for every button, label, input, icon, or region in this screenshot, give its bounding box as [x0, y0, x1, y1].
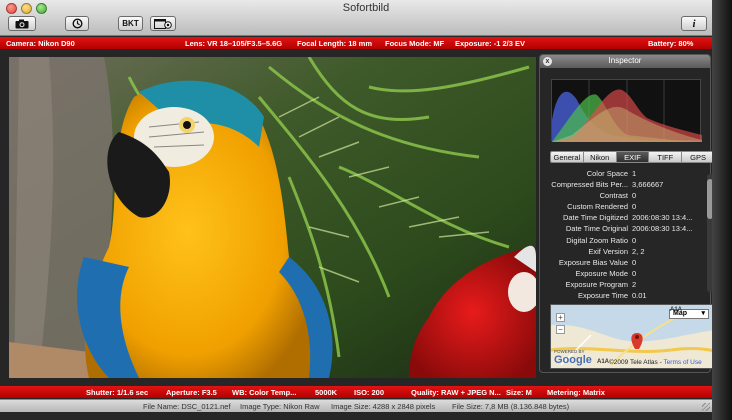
- exif-key: Exposure Mode: [575, 268, 628, 278]
- exif-row: Exposure Program 2: [550, 279, 705, 290]
- exif-row: Exif Version 2, 2: [550, 246, 705, 257]
- exif-value: 0: [632, 191, 637, 201]
- exif-value: 2, 2: [632, 246, 645, 256]
- parrot-photo: [9, 57, 536, 378]
- battery-level: Battery: 80%: [648, 39, 694, 48]
- exif-value: 2: [632, 279, 637, 289]
- exif-key: Custom Rendered: [567, 202, 628, 212]
- focal-length: Focal Length: 18 mm: [297, 39, 373, 48]
- photo-preview[interactable]: [9, 57, 536, 378]
- file-size: File Size: 7,8 MB (8.136.848 bytes): [452, 402, 570, 411]
- exif-row: Date Time Digitized 2006:08:30 13:4...: [550, 212, 705, 223]
- tab-tiff[interactable]: TIFF: [649, 152, 683, 162]
- tab-exif[interactable]: EXIF: [616, 152, 650, 162]
- timer-icon: [71, 18, 83, 29]
- image-size[interactable]: Size: M: [506, 388, 532, 397]
- iso[interactable]: ISO: 200: [354, 388, 384, 397]
- window-camera-icon: [154, 18, 172, 29]
- exif-row: Custom Rendered 0: [550, 201, 705, 212]
- inspector-title: Inspector: [608, 56, 642, 65]
- image-quality[interactable]: Quality: RAW + JPEG N...: [411, 388, 501, 397]
- exif-row: Digital Zoom Ratio 0: [550, 235, 705, 246]
- exif-value: 2006:08:30 13:4...: [632, 213, 693, 223]
- exif-row: Color Space 1: [550, 168, 705, 179]
- lens-info: Lens: VR 18–105/F3.5–5.6G: [185, 39, 283, 48]
- exif-key: Color Space: [586, 169, 628, 178]
- image-type: Image Type: Nikon Raw: [240, 402, 320, 411]
- exif-key: Contrast: [599, 191, 628, 201]
- tab-general[interactable]: General: [551, 152, 584, 162]
- camera-icon: [15, 19, 29, 28]
- inspector-header: x Inspector: [540, 55, 710, 68]
- file-name: File Name: DSC_0121.nef: [143, 402, 231, 411]
- map-zoom-in-button[interactable]: +: [556, 313, 565, 322]
- info-button[interactable]: i: [681, 16, 707, 31]
- exif-key: Compressed Bits Per...: [551, 180, 628, 190]
- aperture[interactable]: Aperture: F3.5: [166, 388, 217, 397]
- exif-value: 0.01: [632, 291, 647, 300]
- google-logo: Google: [554, 354, 592, 366]
- histogram: [551, 79, 702, 142]
- chevron-down-icon: ▾: [701, 310, 705, 317]
- exif-key: Exposure Time: [577, 291, 628, 300]
- exif-value: 0: [632, 257, 637, 267]
- image-dimensions: Image Size: 4288 x 2848 pixels: [331, 402, 436, 411]
- exif-value: 0: [632, 268, 637, 278]
- metering-mode[interactable]: Metering: Matrix: [547, 388, 605, 397]
- status-bar: File Name: DSC_0121.nef Image Type: Niko…: [0, 399, 712, 412]
- capture-button[interactable]: [8, 16, 36, 31]
- exposure-comp: Exposure: -1 2/3 EV: [455, 39, 526, 48]
- map-copyright-text: ©2009 Tele Atlas -: [609, 359, 662, 366]
- exif-row: Exposure Bias Value 0: [550, 257, 705, 268]
- bracketing-button[interactable]: BKT: [118, 16, 143, 31]
- exif-key: Exposure Bias Value: [558, 257, 628, 267]
- exif-key: Date Time Digitized: [562, 213, 628, 223]
- title-bar: Sofortbild BKT i: [0, 0, 732, 36]
- exif-row: Contrast 0: [550, 190, 705, 201]
- resize-grip[interactable]: [702, 403, 710, 411]
- inspector-panel: x Inspector General Nikon EXIF TIFF GPS …: [539, 54, 715, 373]
- exif-row: Compressed Bits Per... 3,666667: [550, 179, 705, 190]
- color-temperature[interactable]: 5000K: [315, 388, 337, 397]
- camera-info-bar: Camera: Nikon D90 Lens: VR 18–105/F3.5–5…: [0, 37, 712, 49]
- liveview-button[interactable]: [150, 16, 176, 31]
- window-title: Sofortbild: [342, 2, 390, 14]
- exif-row: Exposure Mode 0: [550, 268, 705, 279]
- exif-key: Exif Version: [588, 246, 628, 256]
- exif-value: 0: [632, 235, 637, 245]
- exif-value: 3,666667: [632, 180, 664, 190]
- white-balance[interactable]: WB: Color Temp...: [232, 388, 296, 397]
- map-road-label: A1A: [597, 359, 610, 365]
- exif-key: Exposure Program: [565, 279, 628, 289]
- app-window: Sofortbild BKT i Camera: Nikon D90 Lens:…: [0, 0, 732, 420]
- map-road-label: A1A: [670, 307, 683, 313]
- tab-gps[interactable]: GPS: [682, 152, 714, 162]
- exif-key: Digital Zoom Ratio: [566, 235, 628, 245]
- exif-row: Exposure Time 0.01: [550, 290, 705, 300]
- camera-model: Camera: Nikon D90: [6, 39, 75, 48]
- exif-value: 2006:08:30 13:4...: [632, 224, 693, 234]
- inspector-tabs: General Nikon EXIF TIFF GPS: [550, 151, 715, 163]
- self-timer-button[interactable]: [65, 16, 89, 31]
- exif-key: Date Time Original: [565, 224, 628, 234]
- map-copyright: ©2009 Tele Atlas - Terms of Use: [609, 359, 702, 366]
- shutter-speed[interactable]: Shutter: 1/1.6 sec: [86, 388, 148, 397]
- focus-mode: Focus Mode: MF: [385, 39, 445, 48]
- map-terms-link[interactable]: Terms of Use: [663, 359, 701, 366]
- settings-bar: Shutter: 1/1.6 sec Aperture: F3.5 WB: Co…: [0, 386, 712, 398]
- map-zoom-out-button[interactable]: −: [556, 325, 565, 334]
- exif-value: 1: [632, 169, 637, 178]
- tab-nikon[interactable]: Nikon: [583, 152, 617, 162]
- exif-table: Color Space 1 Compressed Bits Per... 3,666…: [550, 168, 705, 300]
- location-map[interactable]: + − Map ▾ A1A A1A POWERED BY Google ©200…: [550, 304, 714, 369]
- exif-row: Date Time Original 2006:08:30 13:4...: [550, 223, 705, 234]
- window-shadow: [712, 0, 732, 420]
- exif-value: 0: [632, 202, 637, 212]
